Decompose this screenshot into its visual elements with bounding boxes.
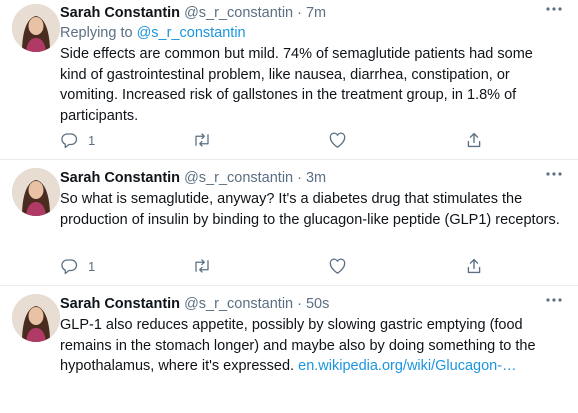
tweet-actions: 1: [60, 256, 490, 276]
tweet-2[interactable]: Sarah Constantin @s_r_constantin · 3m So…: [0, 160, 578, 286]
author-name[interactable]: Sarah Constantin: [60, 5, 180, 21]
share-button[interactable]: [466, 256, 482, 276]
like-icon: [328, 257, 347, 275]
retweet-button[interactable]: [192, 130, 212, 150]
handle-time[interactable]: @s_r_constantin · 3m: [184, 170, 326, 186]
tweet-link[interactable]: en.wikipedia.org/wiki/Glucagon-…: [298, 358, 516, 374]
share-icon: [466, 131, 482, 149]
share-button[interactable]: [466, 130, 482, 150]
reply-count: 1: [88, 132, 96, 148]
tweet-text: So what is semaglutide, anyway? It's a d…: [60, 191, 560, 228]
tweet-actions: 1: [60, 130, 490, 150]
more-icon[interactable]: [544, 2, 564, 16]
reply-button[interactable]: 1: [60, 130, 95, 150]
reply-icon: [60, 131, 78, 149]
tweet-text: GLP-1 also reduces appetite, possibly by…: [60, 315, 560, 377]
avatar[interactable]: [12, 168, 60, 216]
reply-button[interactable]: 1: [60, 256, 95, 276]
author-name[interactable]: Sarah Constantin: [60, 170, 180, 186]
tweet-header: Sarah Constantin @s_r_constantin · 50s: [60, 295, 329, 313]
more-icon[interactable]: [544, 293, 564, 307]
like-button[interactable]: [328, 256, 347, 276]
avatar[interactable]: [12, 4, 60, 52]
handle-time[interactable]: @s_r_constantin · 7m: [184, 5, 326, 21]
handle-time[interactable]: @s_r_constantin · 50s: [184, 296, 329, 312]
retweet-icon: [192, 257, 212, 275]
like-icon: [328, 131, 347, 149]
retweet-button[interactable]: [192, 256, 212, 276]
more-icon[interactable]: [544, 167, 564, 181]
share-icon: [466, 257, 482, 275]
like-button[interactable]: [328, 130, 347, 150]
retweet-icon: [192, 131, 212, 149]
reply-count: 1: [88, 258, 96, 274]
tweet-1[interactable]: Sarah Constantin @s_r_constantin · 7m Re…: [0, 0, 578, 160]
tweet-3[interactable]: Sarah Constantin @s_r_constantin · 50s G…: [0, 286, 578, 413]
tweet-header: Sarah Constantin @s_r_constantin · 3m: [60, 169, 326, 187]
tweet-header: Sarah Constantin @s_r_constantin · 7m: [60, 4, 326, 22]
avatar[interactable]: [12, 294, 60, 342]
replying-mention[interactable]: @s_r_constantin: [137, 25, 246, 41]
replying-label: Replying to: [60, 25, 133, 41]
author-name[interactable]: Sarah Constantin: [60, 296, 180, 312]
reply-icon: [60, 257, 78, 275]
tweet-text: Side effects are common but mild. 74% of…: [60, 46, 533, 124]
replying-to: Replying to @s_r_constantin: [60, 24, 246, 42]
